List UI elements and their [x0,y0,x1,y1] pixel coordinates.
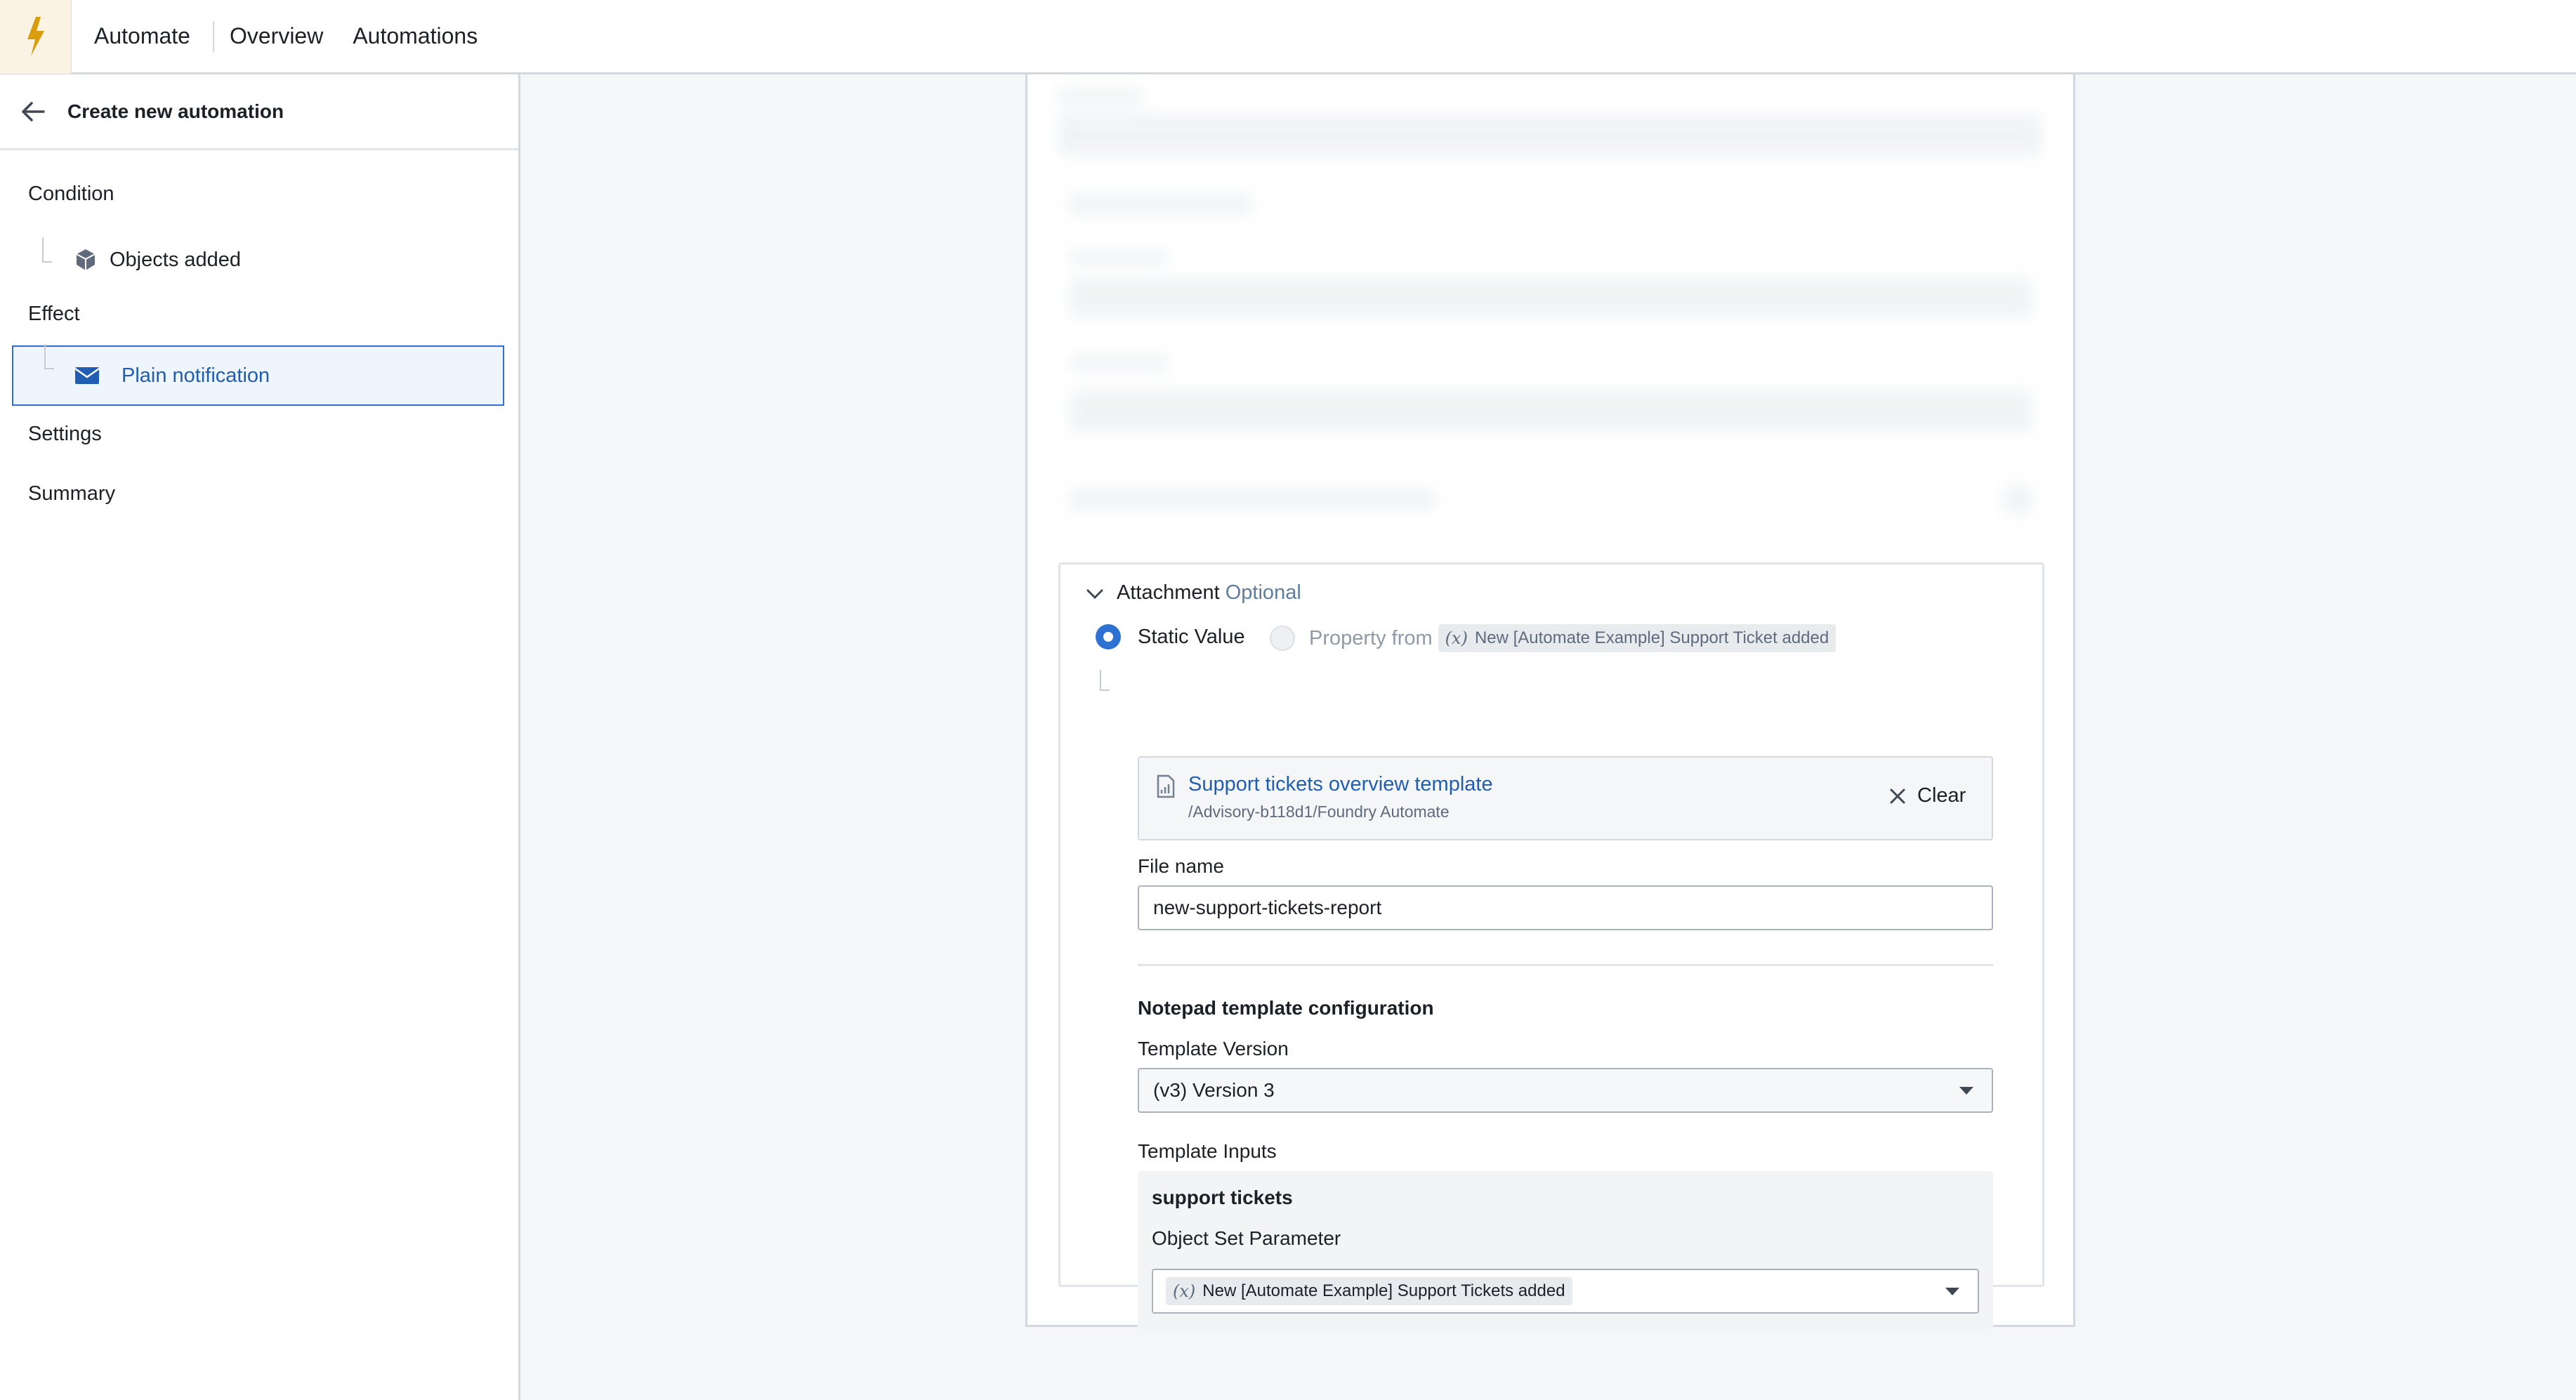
cube-icon [76,249,96,270]
tree-connector [1100,670,1110,691]
property-variable-tag: (x) New [Automate Example] Support Ticke… [1438,624,1836,652]
arrow-left-icon[interactable] [21,101,45,122]
blurred-content [1027,74,2073,559]
radio-static-value[interactable]: Static Value [1096,624,1245,649]
object-set-label: Object Set Parameter [1152,1227,1341,1249]
document-icon [1157,774,1175,798]
envelope-icon [74,367,100,384]
object-set-select[interactable]: (x) New [Automate Example] Support Ticke… [1152,1269,1979,1314]
app-logo[interactable] [0,0,72,74]
attachment-section: Attachment Optional Static Value Propert… [1058,562,2044,1330]
radio-property-label: Property from [1309,626,1433,649]
nav-divider [212,20,214,52]
caret-down-icon [1945,1288,1959,1295]
file-name-input[interactable]: new-support-tickets-report [1138,885,1993,930]
template-inputs-panel: support tickets Object Set Parameter (x)… [1138,1171,1993,1330]
caret-down-icon [1959,1087,1973,1095]
variable-icon: (x) [1173,1281,1196,1301]
sidebar-section-effect[interactable]: Effect [28,303,80,326]
attachment-title: Attachment [1117,581,1220,604]
tree-connector [42,237,52,263]
close-icon [1890,788,1905,803]
selected-file-card: Support tickets overview template /Advis… [1138,756,1993,840]
radio-static-label: Static Value [1138,625,1245,648]
template-inputs-label: Template Inputs [1138,1140,1277,1162]
chevron-down-icon[interactable] [1086,587,1104,601]
top-bar: Automate Overview Automations [0,0,2576,74]
clear-label: Clear [1917,784,1966,807]
tree-connector [44,344,54,369]
file-path: /Advisory-b118d1/Foundry Automate [1188,803,1450,821]
notepad-config-heading: Notepad template configuration [1138,997,1434,1019]
object-set-variable-tag: (x) New [Automate Example] Support Ticke… [1166,1277,1572,1305]
template-version-value: (v3) Version 3 [1153,1079,1275,1101]
sidebar-title: Create new automation [67,100,284,122]
file-name-link[interactable]: Support tickets overview template [1188,773,1493,796]
sidebar-header: Create new automation [0,74,518,150]
nav-overview[interactable]: Overview [230,23,323,49]
sidebar: Create new automation Condition Objects … [0,74,520,1400]
radio-unselected-indicator [1270,626,1295,651]
sidebar-item-objects-added[interactable]: Objects added [73,240,241,279]
variable-icon: (x) [1445,628,1468,648]
object-set-value: New [Automate Example] Support Tickets a… [1202,1281,1565,1300]
file-name-label: File name [1138,855,1224,877]
lightning-bolt-icon [27,16,44,56]
clear-button[interactable]: Clear [1889,784,1966,807]
sidebar-item-label: Plain notification [121,364,270,387]
radio-selected-indicator [1096,624,1121,649]
effect-config-card: Attachment Optional Static Value Propert… [1025,74,2075,1330]
sidebar-item-plain-notification[interactable]: Plain notification [12,344,504,406]
sidebar-section-condition[interactable]: Condition [28,183,114,206]
app-name[interactable]: Automate [94,23,190,49]
template-version-label: Template Version [1138,1038,1289,1059]
attachment-title-row: Attachment Optional [1117,581,1301,605]
sidebar-section-settings[interactable]: Settings [28,423,102,446]
property-tag-label: New [Automate Example] Support Ticket ad… [1474,628,1829,647]
optional-label: Optional [1225,581,1301,604]
sidebar-section-summary[interactable]: Summary [28,482,115,506]
template-version-select[interactable]: (v3) Version 3 [1138,1068,1993,1113]
sidebar-item-label: Objects added [110,248,242,271]
nav-automations[interactable]: Automations [353,23,478,49]
divider [1138,964,1993,966]
radio-property-from[interactable]: Property from (x) New [Automate Example]… [1270,624,1836,652]
input-group-title: support tickets [1152,1187,1293,1208]
